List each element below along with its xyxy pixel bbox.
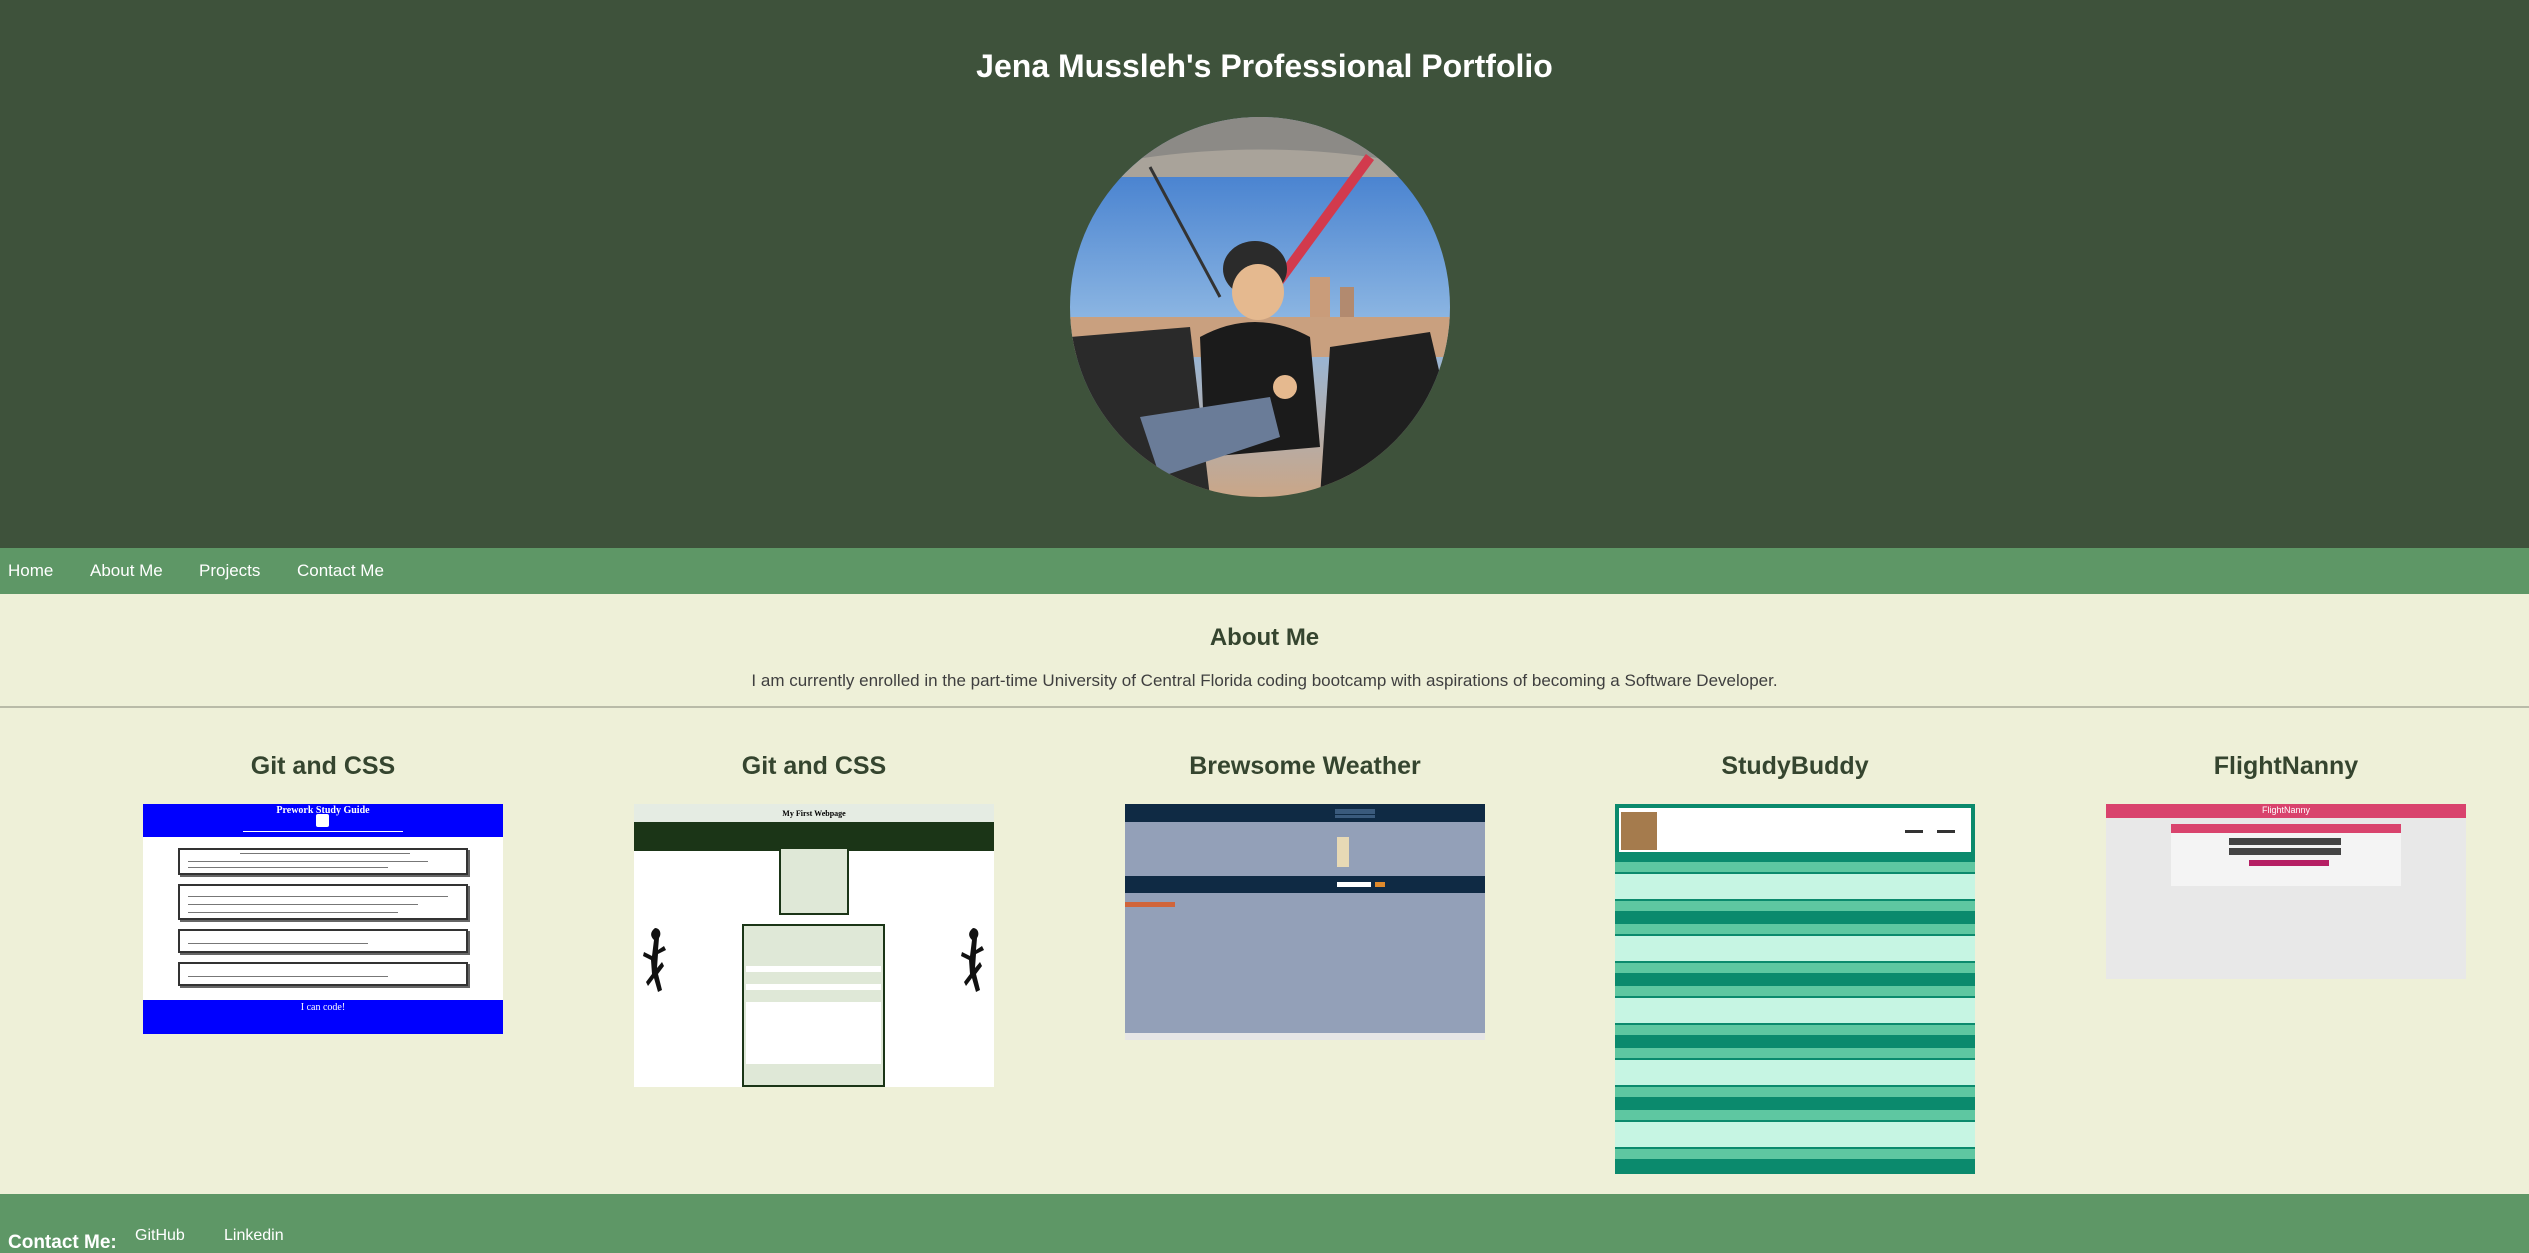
nav-contact-link[interactable]: Contact Me [297,561,384,581]
thumbnail-input [746,984,881,990]
thumbnail-button [1375,882,1385,887]
thumbnail-row [1615,1025,1975,1035]
thumbnail-row [1615,1060,1975,1085]
thumbnail-row [1615,1149,1975,1159]
thumbnail-row [1615,998,1975,1023]
thumbnail-footer-text: I can code! [300,1002,346,1013]
project-thumbnail[interactable] [1125,804,1485,1040]
nav-about-link[interactable]: About Me [90,561,163,581]
thumbnail-text-line [243,831,403,832]
thumbnail-row [1615,1048,1975,1058]
thumbnail-button [2249,860,2329,866]
thumbnail-row [1615,936,1975,961]
lizard-icon [643,928,666,992]
thumbnail-image-box [779,847,849,915]
thumbnail-logo [1337,837,1349,867]
profile-photo [1070,117,1450,497]
thumbnail-input [2229,848,2341,855]
contact-label: Contact Me: [8,1232,117,1253]
thumbnail-text-line [188,943,368,944]
thumbnail-search [1335,815,1375,818]
thumbnail-section [178,848,468,875]
thumbnail-nav-link [1905,830,1923,833]
thumbnail-input [1337,882,1371,887]
project-title: Brewsome Weather [1189,752,1421,780]
thumbnail-row [1615,862,1975,872]
project-card: FlightNanny FlightNanny [2106,752,2466,979]
project-card: Brewsome Weather [1125,752,1485,1040]
thumbnail-textarea [746,1002,881,1064]
lizard-icon [961,928,984,992]
thumbnail-nav-link [1937,830,1955,833]
thumbnail-row [1615,874,1975,899]
thumbnail-button [1125,902,1175,907]
thumbnail-input [2229,838,2341,845]
thumbnail-title: My First Webpage [782,809,846,818]
thumbnail-row [1615,1110,1975,1120]
thumbnail-text-line [188,904,418,905]
about-title: About Me [1209,624,1320,651]
thumbnail-section [178,962,468,986]
thumbnail-input [746,966,881,972]
thumbnail-taskbar [1125,1033,1485,1040]
page-title: Jena Mussleh's Professional Portfolio [976,48,1553,84]
about-section: About Me I am currently enrolled in the … [0,601,2529,706]
site-footer: Contact Me: GitHub Linkedin [0,1194,2529,1253]
thumbnail-row [1615,901,1975,911]
section-divider [0,706,2529,708]
thumbnail-text-line [188,867,388,868]
thumbnail-logo [1621,812,1657,850]
project-thumbnail[interactable] [1615,804,1975,1174]
thumbnail-row [1615,1087,1975,1097]
project-card: StudyBuddy [1615,752,1975,1174]
about-text: I am currently enrolled in the part-time… [751,671,1778,690]
thumbnail-section [178,884,468,920]
thumbnail-text-line [188,912,398,913]
thumbnail-search-band [1125,876,1485,893]
thumbnail-search [1335,809,1375,814]
project-thumbnail[interactable]: Prework Study Guide I can code! [143,804,503,1034]
thumbnail-form [2171,824,2401,886]
project-thumbnail[interactable]: My First Webpage [634,804,994,1087]
project-title: Git and CSS [250,752,396,780]
project-title: FlightNanny [2213,752,2359,780]
site-header: Jena Mussleh's Professional Portfolio [0,0,2529,548]
thumbnail-text-line [188,976,388,977]
thumbnail-text-line [240,853,410,854]
thumbnail-row [1615,963,1975,973]
github-icon [316,814,329,827]
linkedin-link[interactable]: Linkedin [224,1227,284,1245]
thumbnail-title: FlightNanny [2261,805,2311,815]
thumbnail-section [178,929,468,953]
thumbnail-row [1615,1122,1975,1147]
thumbnail-text-line [188,896,448,897]
main-nav: Home About Me Projects Contact Me [0,548,2529,594]
github-link[interactable]: GitHub [135,1227,185,1245]
project-title: Git and CSS [741,752,887,780]
nav-projects-link[interactable]: Projects [199,561,260,581]
thumbnail-row [1615,986,1975,996]
thumbnail-text-line [188,861,428,862]
thumbnail-header-band [1125,804,1485,822]
project-title: StudyBuddy [1721,752,1869,780]
project-card: Git and CSS Prework Study Guide I can co… [143,752,503,1034]
project-card: Git and CSS My First Webpage [634,752,994,1087]
nav-home-link[interactable]: Home [8,561,53,581]
thumbnail-row [1615,924,1975,934]
project-thumbnail[interactable]: FlightNanny [2106,804,2466,979]
thumbnail-form-header [2171,824,2401,833]
